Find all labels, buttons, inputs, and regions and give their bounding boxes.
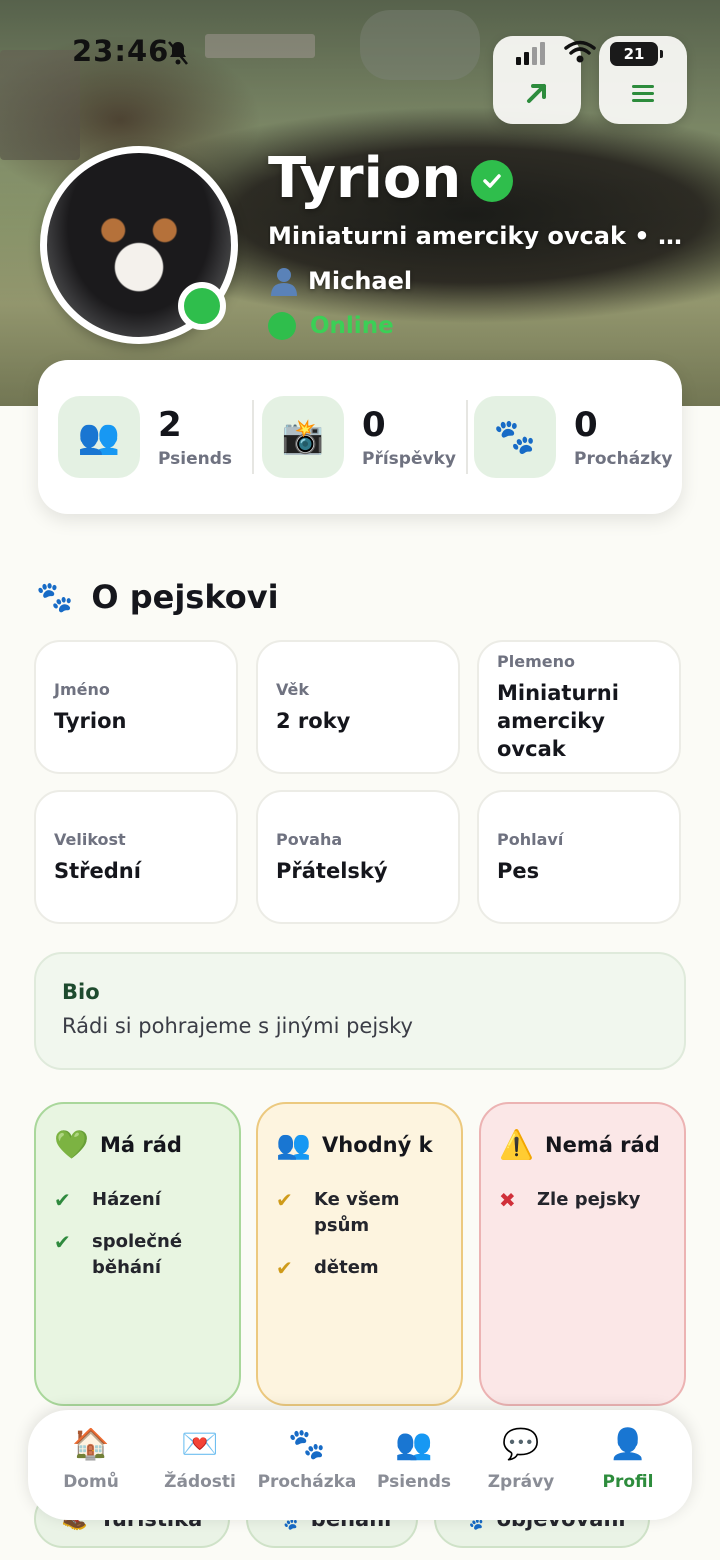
info-value: Tyrion	[54, 708, 127, 733]
likes-card: 💚 Má rád ✔ Házení ✔ společné běhání	[34, 1102, 241, 1406]
friends-icon: 👥	[395, 1427, 433, 1462]
suitable-card: 👥 Vhodný k ✔ Ke všem psům ✔ dětem	[256, 1102, 463, 1406]
dislikes-card: ⚠️ Nemá rád ✖ Zle pejsky	[479, 1102, 686, 1406]
nav-label: Žádosti	[164, 1472, 236, 1492]
info-card-size: Velikost Střední	[34, 790, 238, 924]
owner-row[interactable]: Michael	[268, 266, 412, 296]
stat-value: 2	[158, 405, 182, 445]
info-value: 2 roky	[276, 708, 351, 733]
check-icon: ✔	[276, 1256, 293, 1280]
bio-text: Rádi si pohrajeme s jinými pejsky	[62, 1014, 413, 1038]
stat-value: 0	[362, 405, 386, 445]
info-label: Velikost	[54, 829, 126, 849]
nav-label: Zprávy	[487, 1472, 555, 1492]
nav-item-home[interactable]: 🏠 Domů	[36, 1426, 146, 1492]
chat-icon: 💬	[502, 1427, 540, 1462]
person-icon	[271, 268, 297, 296]
paw-icon: 🐾	[36, 579, 74, 615]
info-card-age: Věk 2 roky	[256, 640, 460, 774]
cross-icon: ✖	[499, 1188, 516, 1212]
nav-item-requests[interactable]: 💌 Žádosti	[145, 1426, 255, 1492]
bottom-navigation: 🏠 Domů 💌 Žádosti 🐾 Procházka 👥 Psiends 💬…	[28, 1410, 692, 1520]
stats-card: 👥 2 Psiends 📸 0 Příspěvky 🐾 0 Procházky	[38, 360, 682, 514]
stat-psiends[interactable]: 👥 2 Psiends	[58, 396, 232, 478]
paw-icon: 🐾	[288, 1427, 326, 1462]
online-status-dot	[178, 282, 226, 330]
suitable-item: dětem	[314, 1257, 379, 1278]
stat-walks[interactable]: 🐾 0 Procházky	[474, 396, 672, 478]
home-icon: 🏠	[72, 1427, 110, 1462]
battery-indicator: 21	[610, 42, 663, 66]
list-item: ✔ Házení	[54, 1187, 221, 1213]
nav-item-profile[interactable]: 👤 Profil	[573, 1426, 683, 1492]
wifi-icon	[564, 40, 596, 63]
owner-name: Michael	[308, 267, 413, 295]
nav-item-psiends[interactable]: 👥 Psiends	[359, 1426, 469, 1492]
friends-icon: 👥	[58, 396, 140, 478]
stat-value: 0	[574, 405, 598, 445]
section-heading: O pejskovi	[91, 578, 279, 616]
check-icon: ✔	[276, 1188, 293, 1212]
info-value: Pes	[497, 858, 540, 883]
check-icon: ✔	[54, 1188, 71, 1212]
cellular-signal-icon	[516, 42, 545, 65]
list-item: ✔ společné běhání	[54, 1229, 221, 1281]
likes-item: Házení	[92, 1189, 161, 1210]
nav-label: Profil	[602, 1472, 654, 1492]
list-item: ✔ Ke všem psům	[276, 1187, 443, 1239]
friends-icon: 👥	[276, 1128, 311, 1161]
bio-label: Bio	[62, 980, 100, 1004]
nav-label: Domů	[63, 1472, 119, 1492]
paw-icon: 🐾	[474, 396, 556, 478]
stat-posts[interactable]: 📸 0 Příspěvky	[262, 396, 456, 478]
status-time: 23:46	[72, 34, 170, 68]
hamburger-menu-icon	[632, 85, 654, 102]
profile-subtitle: Miniaturni amerciky ovcak • 2...	[268, 222, 688, 250]
likes-item: společné běhání	[92, 1231, 183, 1278]
verified-check-icon	[471, 160, 513, 202]
info-label: Povaha	[276, 829, 343, 849]
dislikes-title: Nemá rád	[545, 1132, 660, 1157]
info-card-sex: Pohlaví Pes	[477, 790, 681, 924]
list-item: ✖ Zle pejsky	[499, 1187, 666, 1213]
nav-label: Psiends	[376, 1472, 452, 1492]
stat-divider	[466, 400, 468, 474]
list-item: ✔ dětem	[276, 1255, 443, 1281]
check-icon: ✔	[54, 1230, 71, 1254]
stat-label: Příspěvky	[362, 449, 456, 469]
suitable-title: Vhodný k	[322, 1132, 433, 1157]
info-value: Střední	[54, 858, 141, 883]
stat-label: Procházky	[574, 449, 673, 469]
info-card-breed: Plemeno Miniaturni amerciky ovcak	[477, 640, 681, 774]
arrow-up-right-icon	[527, 84, 546, 103]
info-card-temperament: Povaha Přátelský	[256, 790, 460, 924]
stat-divider	[252, 400, 254, 474]
likes-title: Má rád	[100, 1132, 182, 1157]
online-dot	[268, 312, 296, 340]
info-label: Věk	[276, 679, 309, 699]
bell-muted-icon	[168, 41, 188, 65]
info-label: Pohlaví	[497, 829, 564, 849]
online-status-text: Online	[310, 313, 394, 339]
stat-label: Psiends	[158, 449, 233, 469]
warning-icon: ⚠️	[499, 1128, 534, 1161]
info-card-name: Jméno Tyrion	[34, 640, 238, 774]
camera-icon: 📸	[262, 396, 344, 478]
green-heart-icon: 💚	[54, 1128, 89, 1161]
info-label: Plemeno	[497, 651, 575, 671]
suitable-item: Ke všem psům	[314, 1189, 400, 1236]
bio-card: Bio Rádi si pohrajeme s jinými pejsky	[34, 952, 686, 1070]
profile-icon: 👤	[609, 1427, 647, 1462]
dislikes-item: Zle pejsky	[537, 1189, 641, 1210]
nav-label: Procházka	[257, 1472, 357, 1492]
info-value: Přátelský	[276, 858, 388, 883]
info-value: Miniaturni amerciky ovcak	[497, 680, 619, 761]
online-status: Online	[268, 312, 394, 340]
envelope-icon: 💌	[181, 1427, 219, 1462]
profile-name: Tyrion	[268, 146, 462, 211]
about-section-title: 🐾 O pejskovi	[36, 578, 279, 616]
info-label: Jméno	[54, 679, 110, 699]
nav-item-walk[interactable]: 🐾 Procházka	[252, 1426, 362, 1492]
nav-item-messages[interactable]: 💬 Zprávy	[466, 1426, 576, 1492]
